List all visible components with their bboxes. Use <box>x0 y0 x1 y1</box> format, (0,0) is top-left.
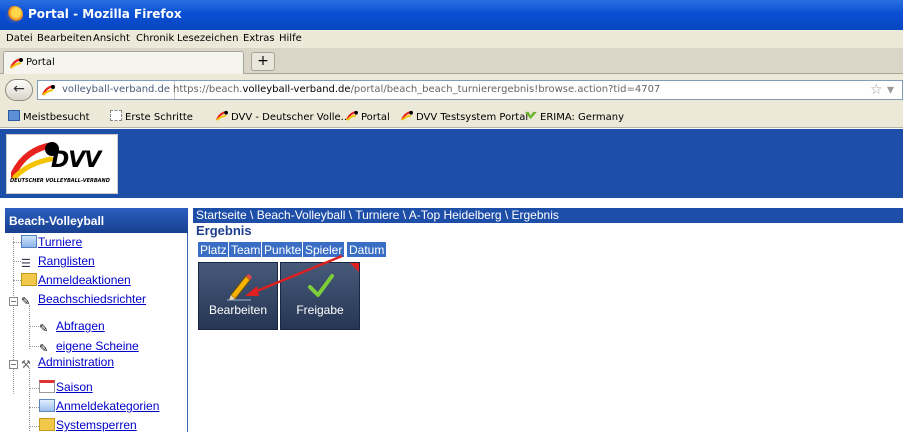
menu-chronik[interactable]: Chronik <box>136 33 174 44</box>
most-visited-icon <box>8 110 20 121</box>
bookmark-dvv-testsystem[interactable]: DVV Testsystem Portal <box>401 110 528 124</box>
bookmark-label: ERIMA: Germany <box>540 112 625 123</box>
bookmarks-bar: Meistbesucht Erste Schritte DVV - Deutsc… <box>0 106 903 128</box>
firefox-icon <box>6 6 23 23</box>
menu-bearbeiten[interactable]: Bearbeiten <box>37 33 92 44</box>
volleyball-favicon-icon <box>216 110 228 121</box>
url-prefix: https://beach. <box>173 84 243 95</box>
volleyball-favicon-icon <box>10 57 23 69</box>
menu-ansicht[interactable]: Ansicht <box>93 33 130 44</box>
menu-lesezeichen[interactable]: Lesezeichen <box>177 33 238 44</box>
page-icon <box>110 110 122 121</box>
url-text[interactable]: https://beach.volleyball-verband.de/port… <box>173 81 660 99</box>
menu-bar: Datei Bearbeiten Ansicht Chronik Lesezei… <box>0 30 903 48</box>
menu-datei[interactable]: Datei <box>6 33 33 44</box>
annotation-arrow <box>245 254 343 296</box>
bookmark-star-icon[interactable]: ☆ ▾ <box>870 82 894 98</box>
bookmark-label: Meistbesucht <box>23 112 90 123</box>
volleyball-favicon-icon <box>42 84 55 96</box>
bookmark-label: DVV - Deutscher Volle... <box>231 112 351 123</box>
menu-hilfe[interactable]: Hilfe <box>279 33 302 44</box>
navigation-bar: ← volleyball-verband.de https://beach.vo… <box>0 74 903 106</box>
new-tab-button[interactable]: + <box>251 52 275 71</box>
erima-logo-icon <box>525 111 537 120</box>
volleyball-favicon-icon <box>401 110 413 121</box>
bookmark-label: Erste Schritte <box>125 112 193 123</box>
bookmark-label: Portal <box>361 112 390 123</box>
site-identity[interactable]: volleyball-verband.de <box>58 81 176 99</box>
bookmark-meistbesucht[interactable]: Meistbesucht <box>8 110 90 124</box>
tab-portal[interactable]: Portal <box>3 51 244 74</box>
window-title: Portal - Mozilla Firefox <box>28 7 182 21</box>
volleyball-favicon-icon <box>346 110 358 121</box>
tab-bar: Portal + <box>0 48 903 74</box>
web-page: DVV DEUTSCHER VOLLEYBALL-VERBAND Beach-V… <box>0 129 903 432</box>
menu-extras[interactable]: Extras <box>243 33 275 44</box>
bookmark-dvv[interactable]: DVV - Deutscher Volle... <box>216 110 350 124</box>
bookmark-label: DVV Testsystem Portal <box>416 112 529 123</box>
url-domain: volleyball-verband.de <box>242 84 351 95</box>
bookmark-erste-schritte[interactable]: Erste Schritte <box>110 110 193 124</box>
back-button[interactable]: ← <box>5 79 33 101</box>
url-path: /portal/beach_beach_turnierergebnis!brow… <box>350 84 661 95</box>
bookmark-portal[interactable]: Portal <box>346 110 390 124</box>
url-bar[interactable]: volleyball-verband.de https://beach.voll… <box>37 80 903 100</box>
bookmark-erima[interactable]: ERIMA: Germany <box>525 110 624 124</box>
window-titlebar: Portal - Mozilla Firefox <box>0 0 903 30</box>
tab-label: Portal <box>26 57 55 68</box>
